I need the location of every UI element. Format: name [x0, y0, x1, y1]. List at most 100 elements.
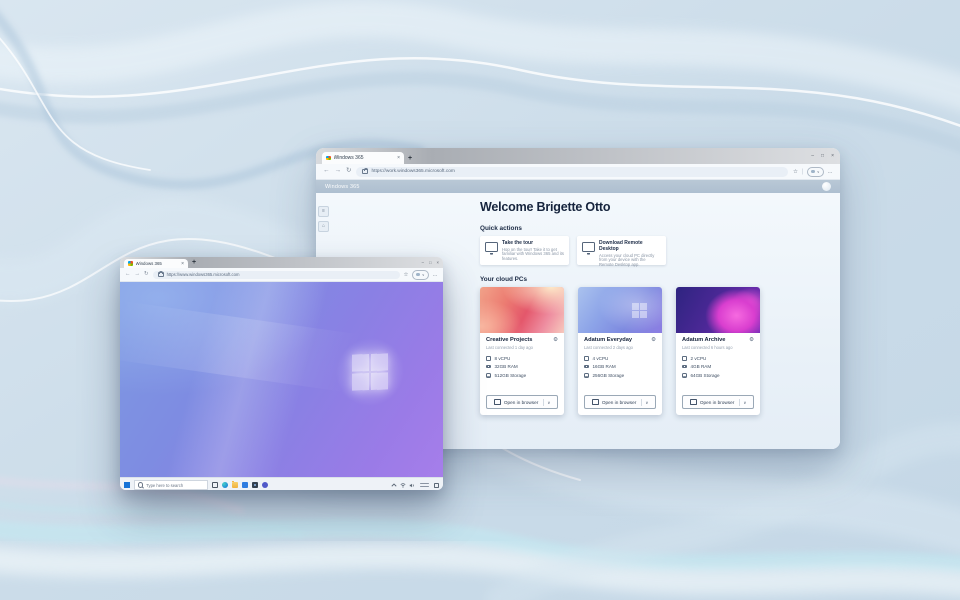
storage-icon — [584, 373, 589, 378]
action-center-icon[interactable] — [434, 483, 439, 488]
task-view-icon[interactable] — [212, 482, 218, 488]
system-tray — [391, 483, 439, 488]
tray-chevron-up-icon[interactable] — [391, 483, 397, 488]
toolbar-right: ☆ | ∨ … — [793, 167, 833, 177]
profile-chip[interactable]: ∨ — [807, 167, 823, 177]
store-icon[interactable] — [242, 482, 248, 488]
toolbar-right: ☆ ∨ … — [404, 270, 439, 280]
minimize-button[interactable]: – — [811, 154, 814, 159]
open-button-label: Open in browser — [602, 400, 636, 405]
button-divider — [543, 399, 544, 406]
windows365-favicon — [326, 156, 331, 161]
cpu-icon — [584, 356, 589, 361]
chevron-down-icon[interactable]: ∨ — [743, 400, 746, 405]
cpu-spec: 2 vCPU — [691, 356, 707, 361]
windows-logo-glow — [632, 303, 647, 318]
cloudpc-toolbar: ← → ↻ https://www.windows365.microsoft.c… — [120, 268, 443, 282]
spec-list: 8 vCPU 32GB RAM 512GB Storage — [486, 356, 558, 378]
cloud-pc-name: Creative Projects — [486, 337, 532, 344]
favorites-star-icon[interactable]: ☆ — [793, 169, 798, 175]
address-bar[interactable]: https://work.windows365.microsoft.com — [356, 167, 787, 177]
maximize-button[interactable]: □ — [429, 260, 432, 265]
open-in-browser-button[interactable]: Open in browser ∨ — [584, 395, 656, 409]
cloud-pc-card-adatum-archive: Adatum Archive ⚙ Last connected 6 hours … — [676, 287, 760, 415]
edge-icon[interactable] — [222, 482, 228, 488]
profile-chip[interactable]: ∨ — [412, 270, 428, 280]
portal-browser-tab[interactable]: Windows 365 × — [322, 152, 404, 164]
back-button[interactable]: ← — [125, 271, 131, 278]
cloud-pc-name: Adatum Everyday — [584, 337, 632, 344]
home-icon[interactable]: ⌂ — [318, 221, 329, 232]
storage-spec: 512GB Storage — [495, 373, 527, 378]
refresh-button[interactable]: ↻ — [144, 271, 149, 278]
clock[interactable] — [420, 483, 429, 487]
gear-icon[interactable]: ⚙ — [749, 337, 754, 343]
taskbar-search[interactable]: Type here to search — [134, 480, 208, 490]
more-menu-icon[interactable]: … — [828, 169, 834, 175]
teams-icon[interactable] — [262, 482, 268, 488]
chevron-down-icon: ∨ — [817, 170, 820, 174]
toolbar-divider: | — [802, 169, 804, 175]
cloud-pc-card-creative-projects: Creative Projects ⚙ Last connected 1 day… — [480, 287, 564, 415]
storage-icon — [682, 373, 687, 378]
button-divider — [739, 399, 740, 406]
volume-icon[interactable] — [409, 483, 415, 488]
windows365-favicon — [128, 261, 133, 266]
favorites-star-icon[interactable]: ☆ — [404, 272, 409, 278]
spec-list: 4 vCPU 16GB RAM 256GB Storage — [584, 356, 656, 378]
quick-action-title: Download Remote Desktop — [599, 240, 661, 252]
cloud-pc-browser-window: Windows 365 × + – □ × ← → ↻ https://www.… — [120, 257, 443, 490]
file-explorer-icon[interactable] — [232, 482, 238, 488]
chevron-down-icon[interactable]: ∨ — [547, 400, 550, 405]
tab-close-icon[interactable]: × — [397, 155, 400, 161]
download-desktop-icon — [582, 242, 595, 252]
quick-action-download-remote-desktop[interactable]: Download Remote Desktop Access your clou… — [577, 236, 666, 265]
refresh-button[interactable]: ↻ — [346, 168, 351, 175]
storage-spec: 256GB Storage — [593, 373, 625, 378]
cpu-icon — [682, 356, 687, 361]
maximize-button[interactable]: □ — [821, 154, 824, 159]
ram-icon — [584, 365, 589, 369]
cloudpc-browser-tab[interactable]: Windows 365 × — [124, 259, 188, 268]
new-tab-button[interactable]: + — [192, 259, 196, 266]
cloud-pc-body: Adatum Everyday ⚙ Last connected 2 days … — [578, 333, 662, 378]
photos-icon[interactable] — [252, 482, 258, 488]
address-bar[interactable]: https://www.windows365.microsoft.com — [153, 271, 400, 279]
menu-icon[interactable]: ≡ — [318, 206, 329, 217]
remote-desktop-surface[interactable] — [120, 282, 443, 477]
cloud-pc-card-adatum-everyday: Adatum Everyday ⚙ Last connected 2 days … — [578, 287, 662, 415]
ram-spec: 32GB RAM — [495, 364, 518, 369]
spec-list: 2 vCPU 4GB RAM 64GB Storage — [682, 356, 754, 378]
forward-button[interactable]: → — [335, 168, 342, 175]
gear-icon[interactable]: ⚙ — [553, 337, 558, 343]
network-icon[interactable] — [400, 483, 406, 488]
taskbar: Type here to search — [120, 477, 443, 490]
chevron-down-icon[interactable]: ∨ — [645, 400, 648, 405]
app-title: Windows 365 — [325, 184, 360, 190]
ram-icon — [682, 365, 687, 369]
search-icon — [138, 482, 143, 487]
start-button[interactable] — [124, 482, 130, 488]
quick-action-take-tour[interactable]: Take the tour Hop on the tour! Take it t… — [480, 236, 569, 265]
close-button[interactable]: × — [437, 260, 439, 265]
cloud-pcs-heading: Your cloud PCs — [480, 276, 790, 283]
minimize-button[interactable]: – — [422, 260, 424, 265]
open-in-browser-button[interactable]: Open in browser ∨ — [682, 395, 754, 409]
more-menu-icon[interactable]: … — [433, 272, 439, 278]
tab-close-icon[interactable]: × — [181, 261, 184, 267]
page-title: Welcome Brigette Otto — [480, 200, 790, 214]
lock-icon — [158, 272, 164, 277]
forward-button[interactable]: → — [135, 271, 141, 278]
gear-icon[interactable]: ⚙ — [651, 337, 656, 343]
storage-icon — [486, 373, 491, 378]
last-connected-text: Last connected 2 days ago — [584, 345, 656, 350]
last-connected-text: Last connected 1 day ago — [486, 345, 558, 350]
back-button[interactable]: ← — [323, 168, 330, 175]
close-button[interactable]: × — [831, 154, 834, 159]
cpu-spec: 8 vCPU — [495, 356, 511, 361]
new-tab-button[interactable]: + — [408, 155, 412, 162]
ram-icon — [486, 365, 491, 369]
portal-titlebar: Windows 365 × + – □ × — [316, 148, 840, 164]
open-in-browser-button[interactable]: Open in browser ∨ — [486, 395, 558, 409]
user-avatar[interactable] — [822, 182, 831, 191]
